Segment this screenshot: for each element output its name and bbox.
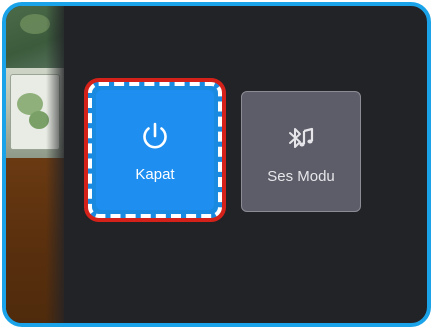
background-content-preview [6, 6, 66, 323]
bluetooth-music-icon [281, 118, 321, 158]
power-off-button[interactable]: Kapat [96, 90, 214, 210]
power-icon [135, 116, 175, 156]
sound-mode-button[interactable]: Ses Modu [241, 91, 361, 212]
sound-mode-label: Ses Modu [267, 167, 335, 185]
power-off-label: Kapat [135, 166, 175, 183]
